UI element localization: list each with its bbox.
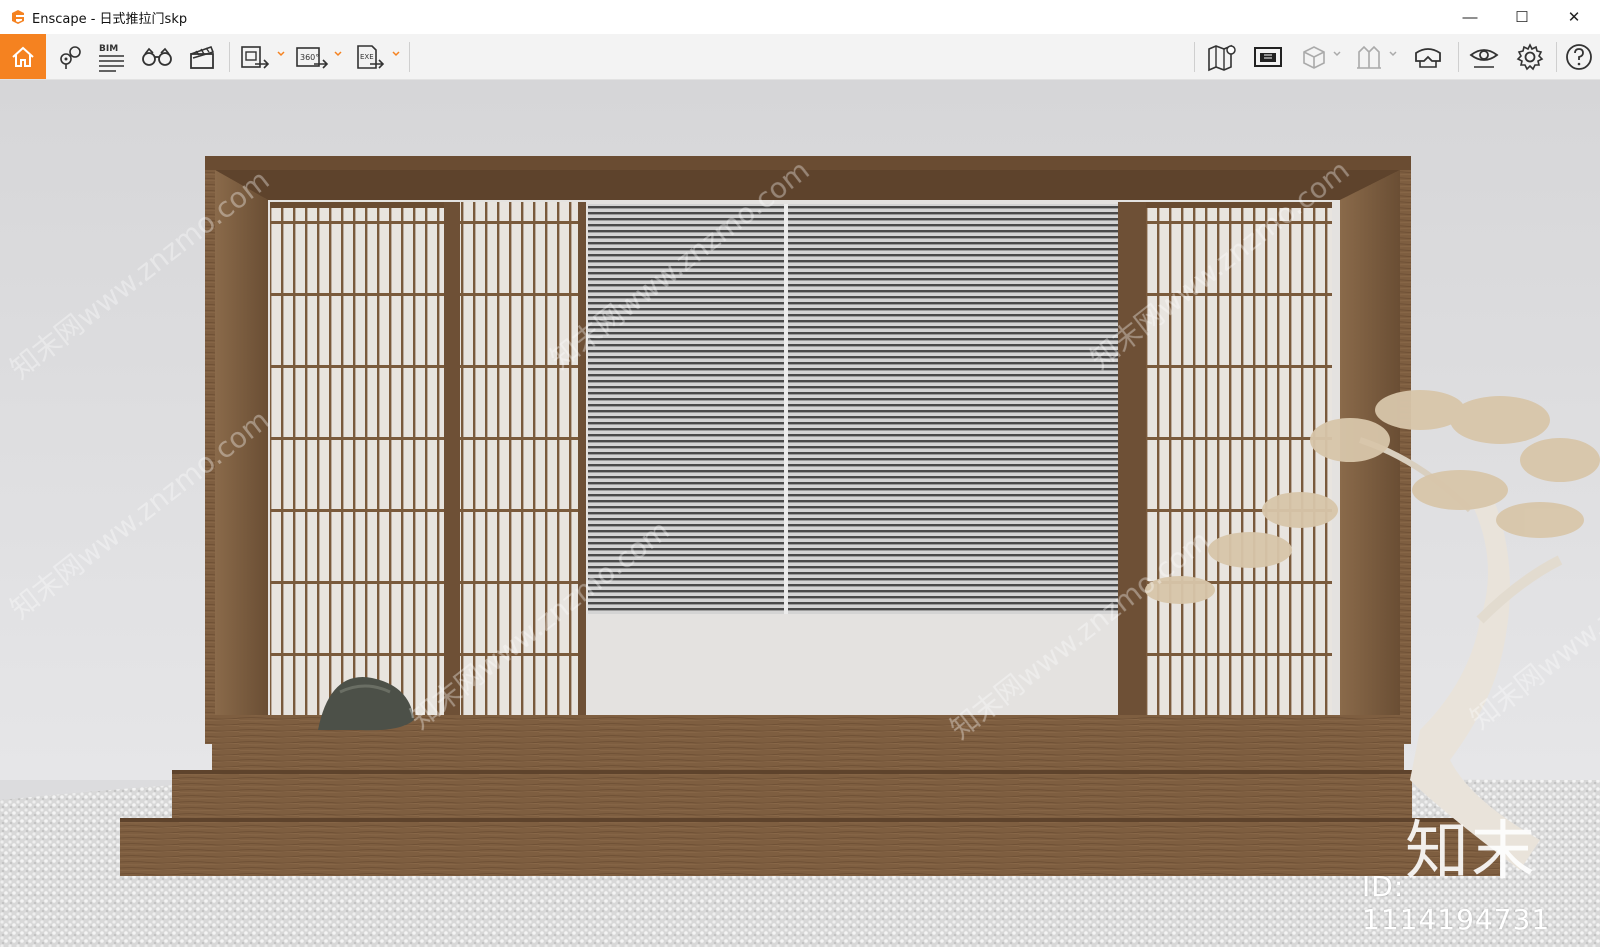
screen-button[interactable] [1250,36,1286,77]
toolbar-separator [229,42,230,72]
cube-icon [1303,45,1325,69]
binoculars-button[interactable] [139,36,175,77]
eye-settings-icon [1469,48,1499,68]
toolbar-separator [1458,42,1459,72]
visual-settings-button[interactable] [1466,36,1502,77]
bim-icon: BIM [99,44,124,72]
bim-button[interactable]: BIM [94,36,130,77]
enscape-logo-icon [12,10,24,24]
export-panorama-button[interactable]: 360° [292,36,332,77]
close-button[interactable]: ✕ [1548,0,1600,34]
maximize-button[interactable]: ☐ [1496,0,1548,34]
export-exe-icon: EXE [357,44,385,69]
svg-text:360°: 360° [300,53,319,62]
window-title: Enscape - 日式推拉门skp [32,11,188,27]
chevron-down-icon[interactable] [333,49,343,59]
chevron-down-icon[interactable] [276,49,286,59]
cube-button[interactable] [1298,36,1330,77]
map-icon [1208,44,1236,71]
gear-icon [1516,42,1544,70]
svg-text:BIM: BIM [99,44,118,54]
vr-headset-button[interactable] [1410,36,1446,77]
chevron-down-icon[interactable] [1332,49,1342,59]
vr-headset-icon [1415,47,1441,68]
asset-library-icon [1357,45,1381,69]
main-toolbar: BIM 360° EXE [0,34,1600,107]
home-icon [12,46,34,67]
video-editor-button[interactable] [184,36,220,77]
help-button[interactable] [1562,36,1596,77]
export-image-button[interactable] [237,36,273,77]
binoculars-icon [142,47,172,66]
title-bar: Enscape - 日式推拉门skp — ☐ ✕ [0,0,1600,34]
toolbar-separator [1194,42,1195,72]
render-viewport[interactable]: 知末网www.znzmo.com 知末网www.znzmo.com 知末网www… [0,80,1600,947]
map-button[interactable] [1204,36,1240,77]
toolbar-separator [1556,42,1557,72]
svg-text:EXE: EXE [360,53,374,61]
export-image-icon [241,45,270,69]
settings-button[interactable] [1512,36,1548,77]
asset-library-button[interactable] [1352,36,1386,77]
screen-icon [1254,46,1282,67]
clapperboard-icon [190,45,215,69]
export-exe-button[interactable]: EXE [352,36,388,77]
views-icon [60,45,81,69]
rendered-scene: 知末网www.znzmo.com 知末网www.znzmo.com 知末网www… [0,80,1600,947]
help-icon [1566,43,1592,70]
toolbar-separator [409,42,410,72]
views-button[interactable] [52,36,88,77]
chevron-down-icon[interactable] [1388,49,1398,59]
minimize-button[interactable]: — [1444,0,1496,34]
home-button[interactable] [0,34,46,79]
watermark-id: ID: 1114194731 [1362,870,1551,936]
chevron-down-icon[interactable] [391,49,401,59]
export-panorama-icon: 360° [296,46,329,69]
window-controls: — ☐ ✕ [1444,0,1600,34]
